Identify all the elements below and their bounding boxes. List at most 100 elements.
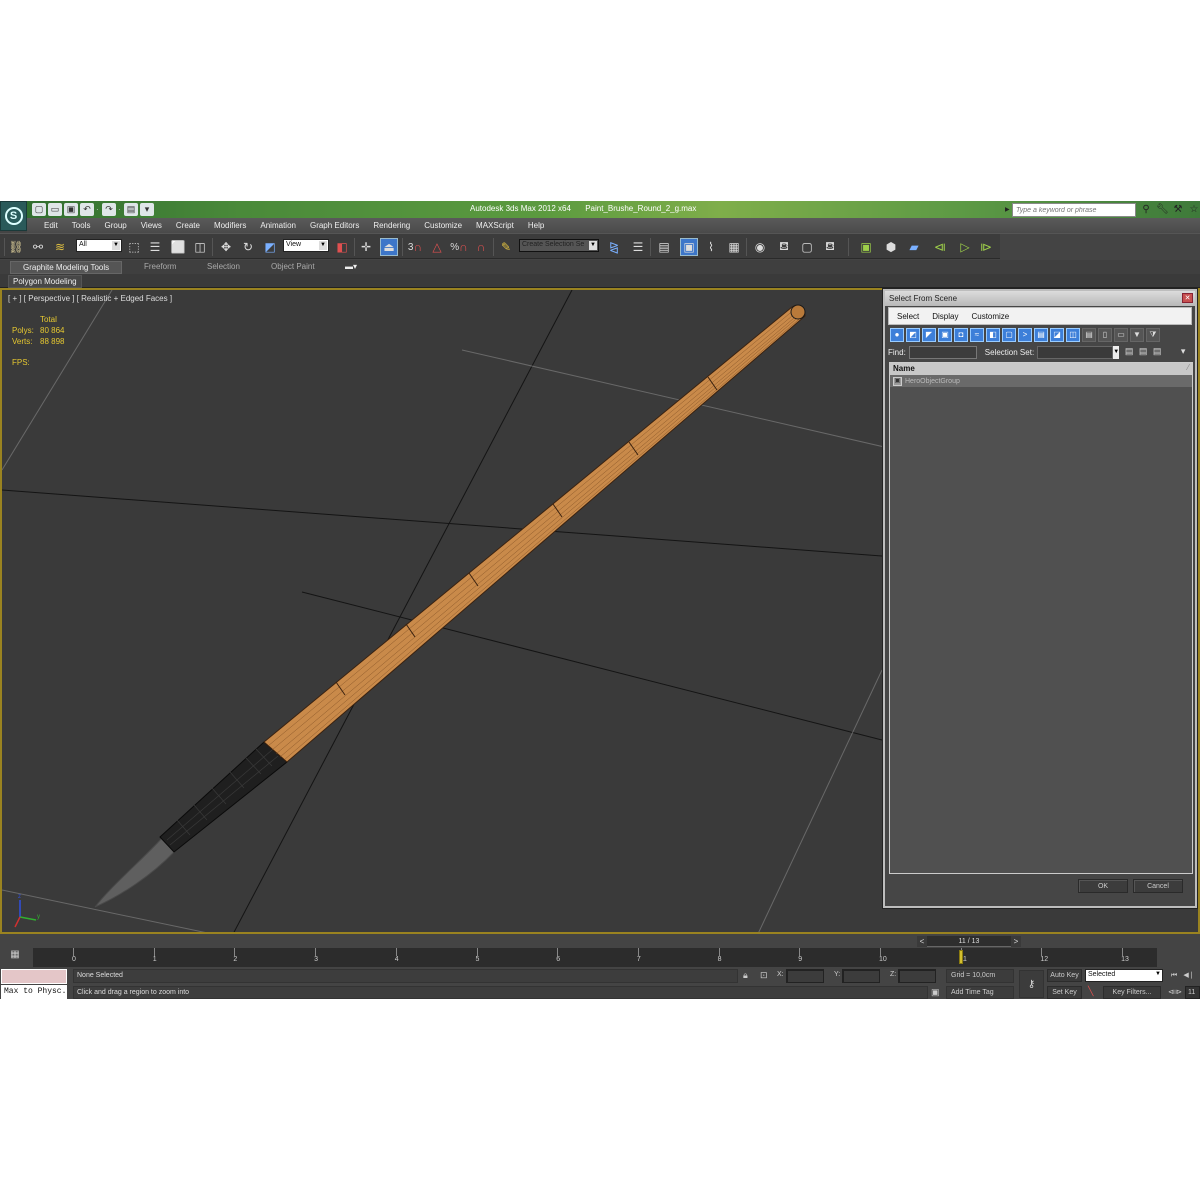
selection-filter-dropdown[interactable]: All ▼	[76, 239, 122, 252]
prev-frame-button[interactable]: <	[917, 936, 927, 947]
next-frame-button[interactable]: >	[1011, 936, 1021, 947]
select-by-name-icon[interactable]: ☰	[146, 238, 164, 256]
curve-editor-icon[interactable]: ⌇	[702, 238, 720, 256]
display-invert-icon[interactable]: ▭	[1114, 328, 1128, 342]
spacewarps-icon[interactable]: ≈	[970, 328, 984, 342]
project-folder-icon[interactable]: ▤	[124, 203, 138, 216]
schematic-view-icon[interactable]: ▦	[725, 238, 743, 256]
next-key-icon[interactable]: ▷	[956, 238, 974, 256]
current-frame-field[interactable]: 11	[1185, 986, 1200, 999]
dialog-menu-display[interactable]: Display	[932, 312, 958, 321]
close-icon[interactable]: ✕	[1182, 293, 1193, 303]
frame-counter[interactable]: 11 / 13	[927, 936, 1011, 947]
dialog-menu-customize[interactable]: Customize	[971, 312, 1009, 321]
lights-icon[interactable]: ◤	[922, 328, 936, 342]
redo-dropdown-icon[interactable]: ·	[118, 203, 122, 216]
rotate-icon[interactable]: ↻	[239, 238, 257, 256]
toolbar-grip[interactable]	[4, 238, 5, 256]
lock-icon[interactable]: 🔒︎	[743, 970, 748, 981]
find-input[interactable]	[908, 345, 977, 359]
save-icon[interactable]: ▣	[64, 203, 78, 216]
search-expand-icon[interactable]: ▶	[1005, 206, 1010, 213]
ok-button[interactable]: OK	[1078, 879, 1128, 893]
time-slider-handle[interactable]	[958, 950, 963, 964]
redo-icon[interactable]: ↷	[102, 203, 116, 216]
move-icon[interactable]: ✥	[217, 238, 235, 256]
polygon-modeling-panel[interactable]: Polygon Modeling	[8, 275, 82, 288]
layer-manager-icon[interactable]: ▤	[655, 238, 673, 256]
key-mode-dropdown[interactable]: Selected ▼	[1085, 969, 1163, 982]
binoculars-icon[interactable]: ⚲	[1140, 203, 1152, 216]
unlink-icon[interactable]: ⚯	[29, 238, 47, 256]
selection-set-dropdown[interactable]	[1037, 345, 1114, 359]
groups-icon[interactable]: ◧	[986, 328, 1000, 342]
render-production-icon[interactable]: ⛾	[821, 238, 839, 256]
tab-object-paint[interactable]: Object Paint	[271, 262, 315, 271]
go-to-start-icon[interactable]: ⏮	[1168, 969, 1180, 982]
time-tag-icon[interactable]: ▣	[931, 987, 940, 998]
render-setup-icon[interactable]: ⛾	[775, 238, 793, 256]
dialog-title-bar[interactable]: Select From Scene ✕	[885, 291, 1195, 306]
menu-tools[interactable]: Tools	[65, 221, 98, 230]
search-input[interactable]	[1012, 203, 1136, 217]
tab-freeform[interactable]: Freeform	[144, 262, 176, 271]
satellite-icon[interactable]: ⚒	[1172, 203, 1184, 216]
add-time-tag-button[interactable]: Add Time Tag	[946, 986, 1014, 999]
play-icon[interactable]: ⧐	[977, 238, 995, 256]
percent-snap-icon[interactable]: % ∩	[450, 238, 468, 256]
container-icon[interactable]: ▣	[857, 238, 875, 256]
menu-create[interactable]: Create	[169, 221, 207, 230]
cloth-icon[interactable]: ▰	[905, 238, 923, 256]
graphite-toggle-icon[interactable]: ▣	[680, 238, 698, 256]
menu-views[interactable]: Views	[134, 221, 169, 230]
select-object-icon[interactable]: ⬚	[125, 238, 143, 256]
align-icon[interactable]: ☰	[629, 238, 647, 256]
geometry-icon[interactable]: ●	[890, 328, 904, 342]
maxscript-listener-output[interactable]	[1, 969, 67, 984]
menu-help[interactable]: Help	[521, 221, 551, 230]
menu-graph-editors[interactable]: Graph Editors	[303, 221, 366, 230]
ribbon-options-icon[interactable]: ▬▾	[345, 262, 357, 271]
pivot-center-icon[interactable]: ◧	[333, 238, 351, 256]
menu-animation[interactable]: Animation	[253, 221, 303, 230]
display-all-icon[interactable]: ▤	[1082, 328, 1096, 342]
wrench-icon[interactable]: 🔧︎	[1156, 203, 1169, 216]
undo-dropdown-icon[interactable]: ·	[96, 203, 100, 216]
open-file-icon[interactable]: ▭	[48, 203, 62, 216]
absolute-mode-icon[interactable]: ⊡	[760, 970, 768, 981]
timeline-track[interactable]: 0 1 2 3 4 5 6 7 8 9 10 11 12 13	[33, 948, 1157, 967]
y-coordinate-field[interactable]	[842, 969, 880, 983]
set-key-icon[interactable]: ⚷	[1019, 970, 1044, 998]
frozen-icon[interactable]: ◪	[1050, 328, 1064, 342]
key-filters-button[interactable]: Key Filters...	[1103, 986, 1161, 999]
snaps-toggle-icon[interactable]: 3 ∩	[406, 238, 424, 256]
menu-group[interactable]: Group	[97, 221, 133, 230]
collapse-icon[interactable]: ▾	[1177, 346, 1189, 359]
named-selection-dropdown[interactable]: Create Selection Se ▼	[519, 239, 599, 252]
scene-object-list[interactable]: Name ⁄ ▣ HeroObjectGroup	[889, 362, 1193, 874]
quick-access-dropdown-icon[interactable]: ▾	[140, 203, 154, 216]
auto-key-button[interactable]: Auto Key	[1047, 969, 1082, 982]
tab-selection[interactable]: Selection	[207, 262, 240, 271]
filter-icon[interactable]: ▼	[1130, 328, 1144, 342]
material-editor-icon[interactable]: ◉	[751, 238, 769, 256]
key-mode-toggle-icon[interactable]: ⧏⧐	[1168, 986, 1182, 999]
helpers-icon[interactable]: ◘	[954, 328, 968, 342]
cancel-button[interactable]: Cancel	[1133, 879, 1183, 893]
keyboard-shortcut-override-icon[interactable]: ⏏	[380, 238, 398, 256]
angle-snap-icon[interactable]: △	[428, 238, 446, 256]
menu-modifiers[interactable]: Modifiers	[207, 221, 253, 230]
link-icon[interactable]: ⛓	[7, 238, 25, 256]
bones-icon[interactable]: >	[1018, 328, 1032, 342]
menu-maxscript[interactable]: MAXScript	[469, 221, 521, 230]
select-invert-icon[interactable]: ▤	[1151, 346, 1163, 359]
mirror-icon[interactable]: ⧎	[605, 238, 623, 256]
bind-spacewarp-icon[interactable]: ≋	[51, 238, 69, 256]
filter-options-icon[interactable]: ⧩	[1146, 328, 1160, 342]
dialog-menu-select[interactable]: Select	[897, 312, 919, 321]
containers-icon[interactable]: ▤	[1034, 328, 1048, 342]
key-tangent-icon[interactable]: ╲	[1088, 986, 1093, 997]
cameras-icon[interactable]: ▣	[938, 328, 952, 342]
z-coordinate-field[interactable]	[898, 969, 936, 983]
set-key-button[interactable]: Set Key	[1047, 986, 1082, 999]
